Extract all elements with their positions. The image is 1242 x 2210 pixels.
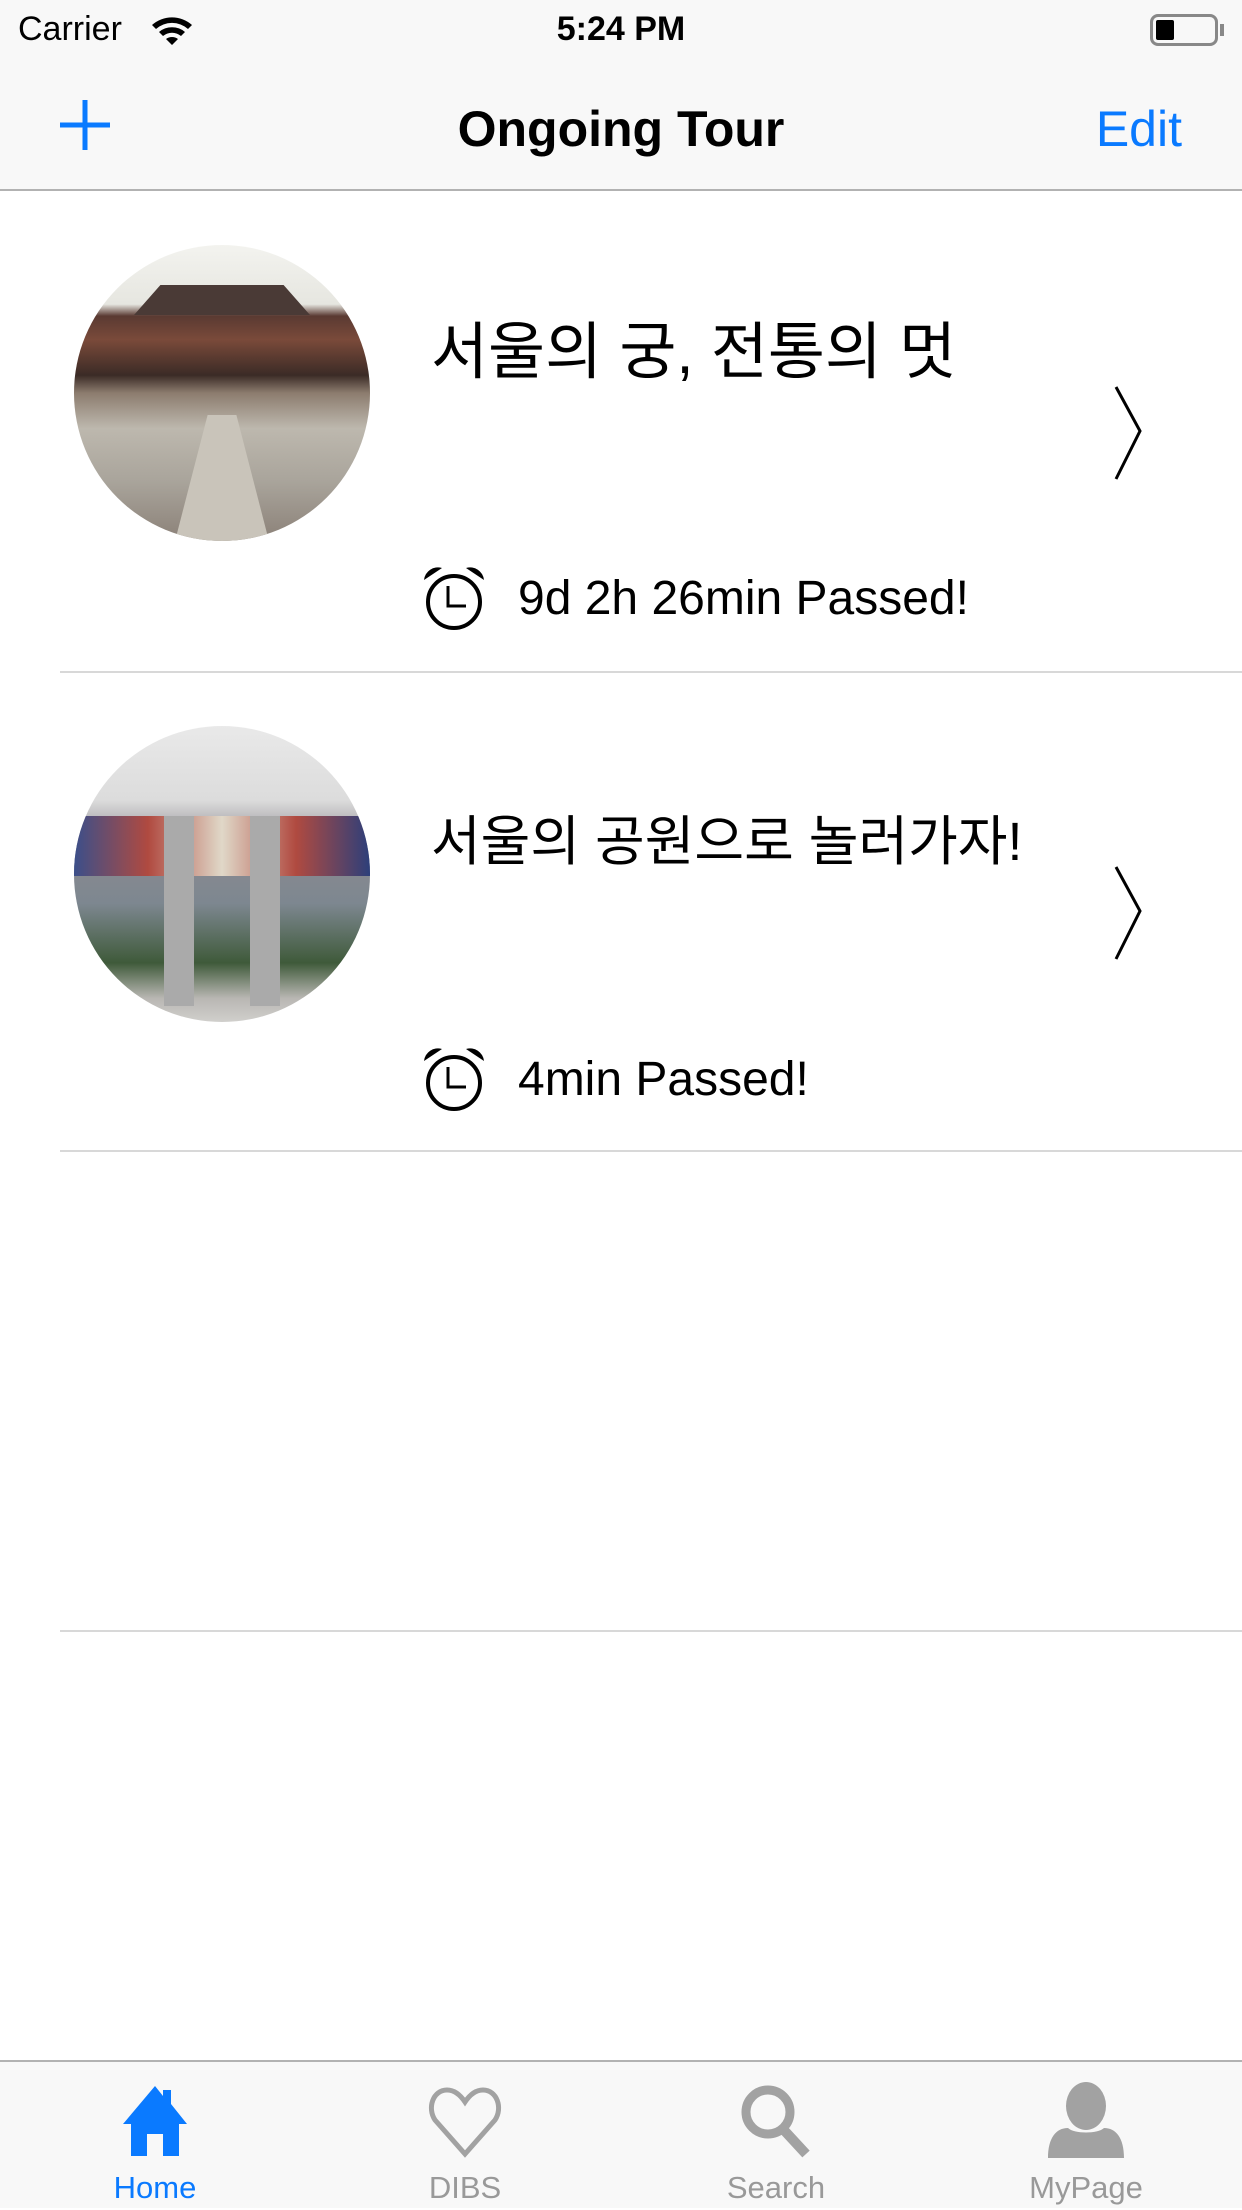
tab-mypage[interactable]: MyPage [931, 2062, 1241, 2210]
chevron-right-icon [1114, 866, 1142, 960]
person-icon [1048, 2082, 1124, 2158]
tab-label: Search [726, 2170, 826, 2205]
row-separator [60, 1150, 1242, 1152]
tab-label: Home [113, 2170, 197, 2205]
battery-icon [1150, 14, 1218, 46]
tab-dibs[interactable]: DIBS [310, 2062, 620, 2210]
tab-search[interactable]: Search [621, 2062, 931, 2210]
row-separator [60, 1630, 1242, 1632]
chevron-right-icon [1114, 386, 1142, 480]
tab-home[interactable]: Home [0, 2062, 310, 2210]
tour-thumbnail-palace [74, 245, 370, 541]
tab-label: DIBS [428, 2170, 502, 2205]
clock-time: 5:24 PM [556, 10, 686, 48]
edit-button[interactable]: Edit [1096, 100, 1182, 158]
tour-row[interactable]: 서울의 공원으로 놀러가자! 4min Passed! [0, 673, 1242, 1151]
navigation-bar: Ongoing Tour Edit [0, 60, 1242, 191]
tour-title: 서울의 궁, 전통의 멋 [431, 318, 957, 387]
status-bar: Carrier 5:24 PM [0, 0, 1242, 60]
elapsed-time: 4min Passed! [518, 1053, 809, 1106]
search-icon [741, 2085, 810, 2158]
tour-row[interactable]: 서울의 궁, 전통의 멋 9d 2h 26min Passed! [0, 193, 1242, 671]
heart-icon [429, 2087, 501, 2158]
tab-bar: Home DIBS Search MyPage [0, 2060, 1242, 2208]
elapsed-time: 9d 2h 26min Passed! [518, 572, 969, 625]
alarm-clock-icon [424, 1048, 484, 1111]
home-icon [123, 2086, 187, 2156]
tour-thumbnail-park [74, 726, 370, 1022]
tour-title: 서울의 공원으로 놀러가자! [431, 812, 1023, 872]
alarm-clock-icon [424, 567, 484, 630]
page-title: Ongoing Tour [457, 101, 785, 157]
tab-label: MyPage [1029, 2170, 1143, 2205]
